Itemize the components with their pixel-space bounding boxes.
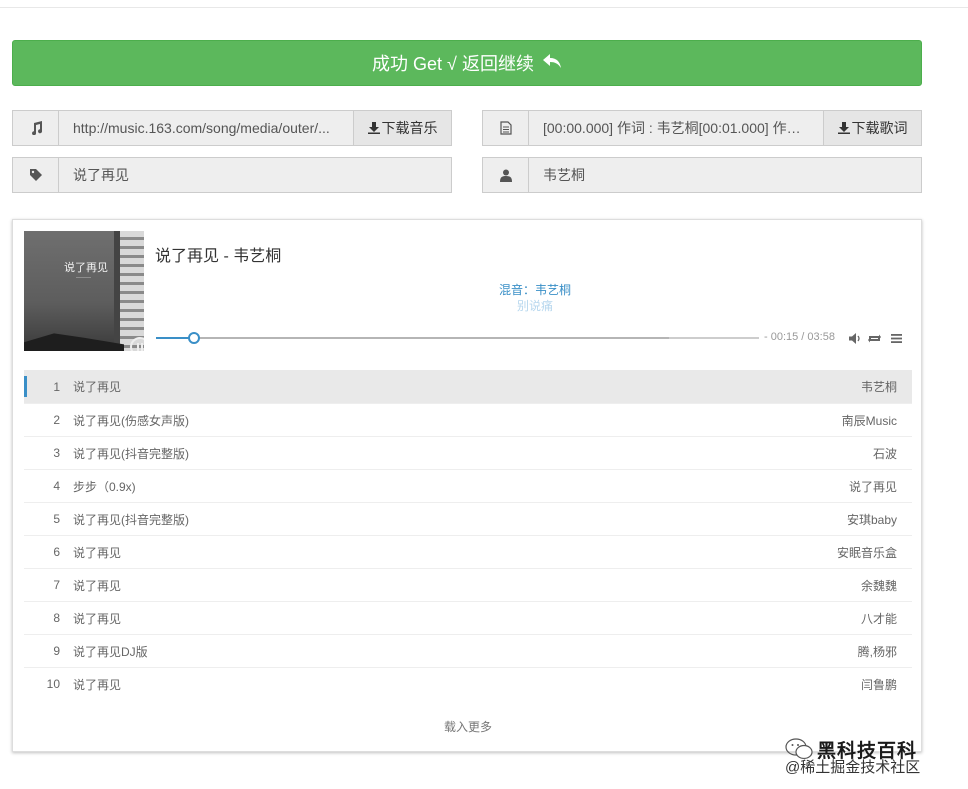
- music-url-field: http://music.163.com/song/media/outer/..…: [12, 110, 452, 146]
- track-artist: 八才能: [860, 611, 897, 626]
- track-title: 说了再见: [73, 578, 122, 593]
- playlist-row[interactable]: 2 说了再见(伤感女声版) 南辰Music: [24, 403, 912, 436]
- track-artist: 安琪baby: [846, 512, 897, 527]
- track-artist: 石波: [872, 446, 897, 461]
- track-artist: 闫鲁鹏: [860, 677, 897, 692]
- playlist-row[interactable]: 8 说了再见 八才能: [24, 601, 912, 634]
- cover-title: 说了再见: [64, 261, 108, 274]
- track-title: 说了再见(抖音完整版): [73, 446, 189, 461]
- track-artist: 余魏魏: [860, 578, 897, 593]
- song-name-input[interactable]: 说了再见: [59, 158, 451, 192]
- playlist-row[interactable]: 4 步步（0.9x) 说了再见: [24, 469, 912, 502]
- playlist-row[interactable]: 3 说了再见(抖音完整版) 石波: [24, 436, 912, 469]
- track-number: 7: [53, 578, 60, 592]
- time-display: - 00:15 / 03:58: [764, 331, 835, 343]
- playlist-row[interactable]: 5 说了再见(抖音完整版) 安琪baby: [24, 502, 912, 535]
- track-number: 4: [53, 479, 60, 493]
- music-note-icon: [13, 111, 59, 145]
- download-lyrics-label: 下载歌词: [851, 120, 908, 136]
- volume-icon[interactable]: [849, 332, 861, 345]
- watermark-subtitle: @稀土掘金技术社区: [785, 759, 921, 776]
- playlist: 1 说了再见 韦艺桐 2 说了再见(伤感女声版) 南辰Music 3 说了再见(抖音完整版) 石…: [24, 370, 912, 700]
- reply-icon: [542, 53, 562, 74]
- track-number: 6: [53, 545, 60, 559]
- progress-thumb[interactable]: [187, 332, 200, 344]
- artist-field: 韦艺桐: [482, 157, 922, 193]
- track-artist: 南辰Music: [841, 413, 897, 428]
- track-title: 说了再见(抖音完整版): [73, 512, 189, 527]
- track-title: 说了再见: [73, 380, 122, 394]
- lyric-next: 别说痛: [516, 299, 553, 313]
- track-title: 步步（0.9x): [73, 479, 136, 494]
- track-title: 说了再见: [73, 545, 122, 560]
- pause-button[interactable]: [130, 337, 144, 351]
- playlist-row[interactable]: 9 说了再见DJ版 腾,杨邪: [24, 634, 912, 667]
- song-title: 说了再见 - 韦艺桐: [155, 248, 282, 265]
- download-music-button[interactable]: 下载音乐: [353, 111, 451, 145]
- load-more-button[interactable]: 载入更多: [13, 718, 923, 735]
- success-return-label: 成功 Get √ 返回继续: [372, 54, 534, 74]
- playlist-row[interactable]: 7 说了再见 余魏魏: [24, 568, 912, 601]
- track-number: 5: [53, 512, 60, 526]
- music-player: 说了再见 ——— 说了再见 - 韦艺桐 混音：韦艺桐 别说痛 - 00:15 /…: [12, 219, 922, 752]
- playlist-row[interactable]: 6 说了再见 安眠音乐盒: [24, 535, 912, 568]
- track-number: 8: [53, 611, 60, 625]
- track-number: 9: [53, 644, 60, 658]
- album-cover: 说了再见 ———: [24, 231, 144, 351]
- track-title: 说了再见DJ版: [73, 644, 148, 659]
- track-title: 说了再见: [73, 677, 122, 692]
- download-icon: [837, 122, 850, 134]
- playlist-row[interactable]: 10 说了再见 闫鲁鹏: [24, 667, 912, 700]
- track-artist: 韦艺桐: [860, 380, 897, 394]
- lyrics-input[interactable]: [00:00.000] 作词 : 韦艺桐[00:01.000] 作曲 ...: [529, 111, 823, 145]
- lyric-current: 混音：韦艺桐: [498, 283, 571, 297]
- download-music-label: 下载音乐: [381, 120, 438, 136]
- music-url-input[interactable]: http://music.163.com/song/media/outer/..…: [59, 111, 353, 145]
- song-name-field: 说了再见: [12, 157, 452, 193]
- track-number: 10: [46, 677, 60, 691]
- user-icon: [483, 158, 529, 192]
- download-lyrics-button[interactable]: 下载歌词: [823, 111, 921, 145]
- document-icon: [483, 111, 529, 145]
- track-title: 说了再见(伤感女声版): [73, 413, 189, 428]
- track-number: 1: [53, 379, 60, 394]
- artist-input[interactable]: 韦艺桐: [529, 158, 921, 192]
- loop-icon[interactable]: [868, 332, 881, 345]
- menu-icon[interactable]: [891, 332, 902, 345]
- watermark: 黑科技百科 @稀土掘金技术社区: [785, 734, 965, 776]
- track-number: 2: [53, 413, 60, 427]
- tag-icon: [13, 158, 59, 192]
- lyrics-field: [00:00.000] 作词 : 韦艺桐[00:01.000] 作曲 ... 下…: [482, 110, 922, 146]
- track-artist: 腾,杨邪: [857, 644, 897, 659]
- track-artist: 说了再见: [848, 479, 897, 494]
- top-divider: [0, 7, 968, 8]
- playlist-row[interactable]: 1 说了再见 韦艺桐: [24, 370, 912, 403]
- progress-bar[interactable]: [156, 332, 759, 344]
- track-number: 3: [53, 446, 60, 460]
- track-artist: 安眠音乐盒: [836, 545, 897, 560]
- download-icon: [367, 122, 380, 134]
- success-return-button[interactable]: 成功 Get √ 返回继续: [12, 40, 922, 86]
- track-title: 说了再见: [73, 611, 122, 626]
